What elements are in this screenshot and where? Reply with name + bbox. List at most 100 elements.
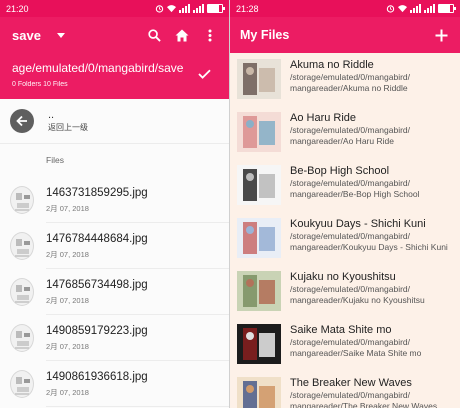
parent-dir-dots: .. <box>48 108 55 121</box>
file-thumbnail <box>10 370 34 398</box>
manga-folder-item[interactable]: Be-Bop High School/storage/emulated/0/ma… <box>230 159 460 212</box>
manga-title: Be-Bop High School <box>290 165 390 177</box>
manga-path-line-1: /storage/emulated/0/mangabird/ <box>290 390 411 400</box>
manga-path-line-2: mangareader/Be-Bop High School <box>290 189 420 199</box>
status-time: 21:20 <box>6 3 29 14</box>
picker-toolbar: save <box>0 17 229 53</box>
battery-icon <box>207 4 225 13</box>
go-up-label: 返回上一级 <box>48 122 88 132</box>
manga-cover <box>237 218 281 258</box>
manga-path-line-2: mangareader/Akuma no Riddle <box>290 83 408 93</box>
signal-icon <box>410 4 421 13</box>
file-picker-screen: 21:20 save age/emulated/0/mangabird/save… <box>0 0 230 408</box>
manga-text: Be-Bop High School/storage/emulated/0/ma… <box>290 165 419 199</box>
file-text: 1463731859295.jpg 2月 07, 2018 <box>46 187 148 214</box>
folder-spinner-label[interactable]: save <box>12 28 41 43</box>
file-date: 2月 07, 2018 <box>46 387 89 397</box>
file-date: 2月 07, 2018 <box>46 249 89 259</box>
manga-cover <box>237 112 281 152</box>
manga-text: Ao Haru Ride/storage/emulated/0/mangabir… <box>290 112 410 146</box>
file-name: 1476784448684.jpg <box>46 232 148 245</box>
wifi-icon <box>167 5 176 13</box>
manga-cover <box>237 59 281 99</box>
manga-cover <box>237 271 281 311</box>
manga-path-line-1: /storage/emulated/0/mangabird/ <box>290 72 411 82</box>
status-time: 21:28 <box>236 3 259 14</box>
status-icons <box>386 4 456 13</box>
file-text: 1476784448684.jpg 2月 07, 2018 <box>46 233 148 260</box>
files-section-header: Files <box>46 155 64 165</box>
search-icon[interactable] <box>143 24 165 46</box>
file-thumbnail <box>10 186 34 214</box>
file-thumbnail <box>10 324 34 352</box>
wifi-icon <box>398 5 407 13</box>
go-up-row[interactable]: .. 返回上一级 <box>0 99 229 144</box>
file-list-item[interactable]: 1463731859295.jpg 2月 07, 2018 <box>0 177 229 223</box>
file-text: 1490859179223.jpg 2月 07, 2018 <box>46 325 148 352</box>
file-name: 1463731859295.jpg <box>46 186 148 199</box>
dropdown-caret-icon[interactable] <box>56 32 65 38</box>
current-path-bar: age/emulated/0/mangabird/save 0 Folders … <box>0 53 229 99</box>
manga-folder-item[interactable]: Akuma no Riddle/storage/emulated/0/manga… <box>230 53 460 106</box>
file-list-item[interactable]: 1490859179223.jpg 2月 07, 2018 <box>0 315 229 361</box>
status-icons <box>155 4 225 13</box>
manga-title: Saike Mata Shite mo <box>290 324 392 336</box>
manga-path-line-2: mangareader/Koukyuu Days - Shichi Kuni <box>290 242 448 252</box>
signal-icon-2 <box>424 4 435 13</box>
my-files-toolbar: My Files <box>230 17 460 53</box>
file-text: 1490861936618.jpg 2月 07, 2018 <box>46 371 148 398</box>
manga-text: The Breaker New Waves/storage/emulated/0… <box>290 377 437 408</box>
manga-path-line-1: /storage/emulated/0/mangabird/ <box>290 178 411 188</box>
signal-icon-2 <box>193 4 204 13</box>
manga-title: The Breaker New Waves <box>290 377 412 389</box>
manga-cover <box>237 324 281 364</box>
file-list-item[interactable]: 1490861936618.jpg 2月 07, 2018 <box>0 361 229 407</box>
back-arrow-icon[interactable] <box>10 109 34 133</box>
home-icon[interactable] <box>171 24 193 46</box>
file-list-item[interactable]: 1476784448684.jpg 2月 07, 2018 <box>0 223 229 269</box>
add-icon[interactable] <box>430 24 452 46</box>
file-date: 2月 07, 2018 <box>46 341 89 351</box>
folder-file-count: 0 Folders 10 Files <box>12 81 68 88</box>
manga-text: Saike Mata Shite mo/storage/emulated/0/m… <box>290 324 421 358</box>
manga-cover <box>237 165 281 205</box>
file-name: 1476856734498.jpg <box>46 278 148 291</box>
more-vert-icon[interactable] <box>199 24 221 46</box>
manga-folder-item[interactable]: Saike Mata Shite mo/storage/emulated/0/m… <box>230 318 460 371</box>
file-thumbnail <box>10 278 34 306</box>
manga-title: Akuma no Riddle <box>290 59 374 71</box>
manga-path-line-1: /storage/emulated/0/mangabird/ <box>290 337 411 347</box>
file-name: 1490861936618.jpg <box>46 370 148 383</box>
status-bar: 21:20 <box>0 0 229 17</box>
manga-folder-list: Akuma no Riddle/storage/emulated/0/manga… <box>230 53 460 408</box>
manga-folder-item[interactable]: Kujaku no Kyoushitsu/storage/emulated/0/… <box>230 265 460 318</box>
file-date: 2月 07, 2018 <box>46 203 89 213</box>
manga-path-line-2: mangareader/Saike Mata Shite mo <box>290 348 422 358</box>
alarm-icon <box>155 5 164 13</box>
my-files-screen: 21:28 My Files Akuma no Riddle/storage/e… <box>230 0 460 408</box>
manga-title: Ao Haru Ride <box>290 112 357 124</box>
manga-path-line-1: /storage/emulated/0/mangabird/ <box>290 284 411 294</box>
manga-folder-item[interactable]: The Breaker New Waves/storage/emulated/0… <box>230 371 460 408</box>
file-text: 1476856734498.jpg 2月 07, 2018 <box>46 279 148 306</box>
file-list-item[interactable]: 1476856734498.jpg 2月 07, 2018 <box>0 269 229 315</box>
manga-title: Kujaku no Kyoushitsu <box>290 271 396 283</box>
manga-text: Koukyuu Days - Shichi Kuni/storage/emula… <box>290 218 448 252</box>
manga-text: Kujaku no Kyoushitsu/storage/emulated/0/… <box>290 271 425 305</box>
page-title: My Files <box>240 28 290 42</box>
check-icon[interactable] <box>198 69 211 79</box>
manga-path-line-2: mangareader/Kujaku no Kyoushitsu <box>290 295 425 305</box>
current-path: age/emulated/0/mangabird/save <box>12 61 184 75</box>
signal-icon <box>179 4 190 13</box>
file-name: 1490859179223.jpg <box>46 324 148 337</box>
manga-path-line-1: /storage/emulated/0/mangabird/ <box>290 231 411 241</box>
manga-path-line-2: mangareader/Ao Haru Ride <box>290 136 394 146</box>
alarm-icon <box>386 5 395 13</box>
file-date: 2月 07, 2018 <box>46 295 89 305</box>
file-list: 1463731859295.jpg 2月 07, 2018 147678444868… <box>0 177 229 407</box>
manga-folder-item[interactable]: Koukyuu Days - Shichi Kuni/storage/emula… <box>230 212 460 265</box>
manga-folder-item[interactable]: Ao Haru Ride/storage/emulated/0/mangabir… <box>230 106 460 159</box>
battery-icon <box>438 4 456 13</box>
file-thumbnail <box>10 232 34 260</box>
manga-title: Koukyuu Days - Shichi Kuni <box>290 218 426 230</box>
